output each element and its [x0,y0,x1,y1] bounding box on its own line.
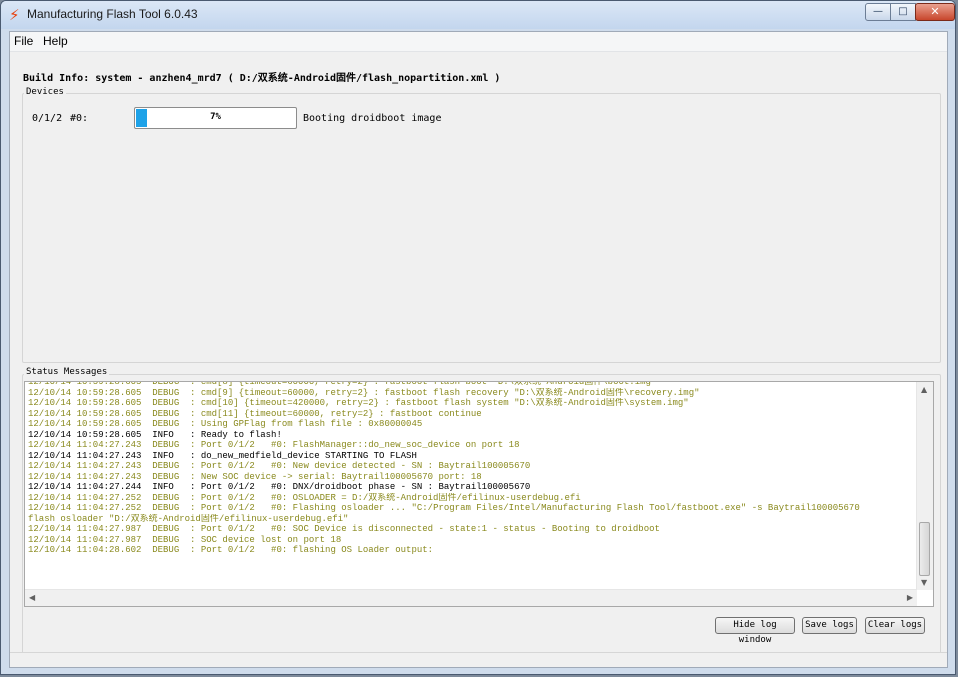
scroll-left-icon[interactable]: ◀ [29,593,35,602]
log-line: 12/10/14 10:59:28.605 DEBUG : cmd[9] {ti… [28,387,700,398]
device-slot: 0/1/2 [32,113,63,124]
app-window: ⚡ Manufacturing Flash Tool 6.0.43 — □ ✕ … [0,0,956,675]
horizontal-scrollbar[interactable]: ◀ ▶ [25,589,917,606]
client-area: File Help Build Info: system - anzhen4_m… [9,31,948,668]
log-line: 12/10/14 11:04:27.252 DEBUG : Port 0/1/2… [28,503,860,513]
log-line: 12/10/14 11:04:27.243 DEBUG : New SOC de… [28,471,482,482]
log-line: 12/10/14 10:59:28.605 DEBUG : Using GPFl… [28,419,423,429]
scroll-down-icon[interactable]: ▼ [921,578,927,587]
log-line: 12/10/14 11:04:27.243 INFO : do_new_medf… [28,450,417,461]
scroll-thumb[interactable] [919,522,930,576]
log-line: 12/10/14 11:04:27.987 DEBUG : SOC device… [28,534,342,545]
log-line: 12/10/14 10:59:28.605 DEBUG : cmd[10] {t… [28,398,689,408]
log-line: 12/10/14 11:04:27.244 INFO : Port 0/1/2 … [28,482,531,492]
status-bar [10,652,947,667]
log-line: 12/10/14 11:04:27.252 DEBUG : Port 0/1/2… [28,492,581,503]
log-line: 12/10/14 11:04:28.602 DEBUG : Port 0/1/2… [28,545,434,555]
device-id: #0: [70,113,89,124]
log-line: 12/10/14 11:04:27.243 DEBUG : Port 0/1/2… [28,440,520,450]
menu-file[interactable]: File [14,34,33,48]
clear-logs-button[interactable]: Clear logs [865,617,925,634]
scroll-right-icon[interactable]: ▶ [907,593,913,602]
build-info: Build Info: system - anzhen4_mrd7 ( D:/双… [23,73,501,84]
log-line: flash osloader "D:/双系统-Android固件/efilinu… [28,513,349,524]
log-line: 12/10/14 11:04:27.243 DEBUG : Port 0/1/2… [28,461,531,471]
devices-group-label: Devices [24,87,66,97]
window-title: Manufacturing Flash Tool 6.0.43 [27,7,198,21]
hide-log-window-button[interactable]: Hide log window [715,617,795,645]
log-line: 12/10/14 11:04:27.987 DEBUG : Port 0/1/2… [28,524,660,534]
log-output[interactable]: 12/10/14 10:59:28.605 DEBUG : cmd[8] {ti… [24,381,934,607]
minimize-button[interactable]: — [865,3,891,21]
vertical-scrollbar[interactable]: ▲ ▼ [916,382,933,590]
scroll-up-icon[interactable]: ▲ [921,385,927,394]
save-logs-button[interactable]: Save logs [802,617,857,634]
devices-group [22,93,941,363]
app-lightning-icon: ⚡ [9,6,20,24]
close-button[interactable]: ✕ [915,3,955,21]
title-bar[interactable]: ⚡ Manufacturing Flash Tool 6.0.43 — □ ✕ [1,1,955,29]
log-lines: 12/10/14 10:59:28.605 DEBUG : cmd[8] {ti… [28,382,918,556]
device-status: Booting droidboot image [303,113,442,124]
maximize-button[interactable]: □ [890,3,916,21]
log-line: 12/10/14 10:59:28.605 DEBUG : cmd[11] {t… [28,408,482,419]
device-progress-bar: 7% [134,107,297,129]
progress-percent: 7% [210,112,221,122]
menu-bar: File Help [10,32,947,52]
log-line: 12/10/14 10:59:28.605 INFO : Ready to fl… [28,429,282,440]
status-messages-label: Status Messages [24,367,110,377]
menu-help[interactable]: Help [43,34,68,48]
